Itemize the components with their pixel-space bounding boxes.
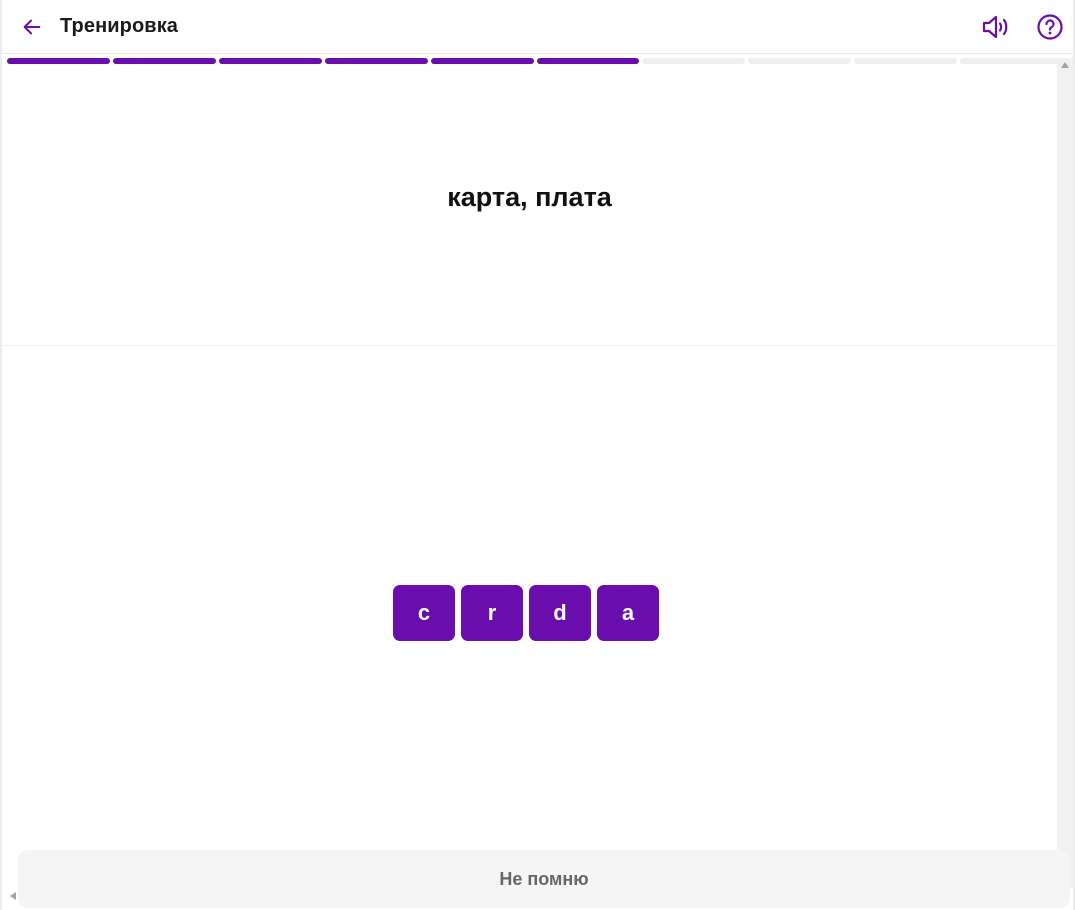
- training-screen: Тренировка карта, плата crda Не помню: [0, 0, 1075, 910]
- letter-tile[interactable]: a: [597, 585, 659, 641]
- help-button[interactable]: [1034, 11, 1066, 43]
- letter-tiles: crda: [393, 585, 659, 641]
- arrow-left-icon: [23, 19, 41, 35]
- dont-remember-button[interactable]: Не помню: [18, 850, 1070, 908]
- page-title: Тренировка: [60, 15, 179, 37]
- speaker-icon: [982, 15, 1008, 39]
- back-button[interactable]: [16, 11, 48, 43]
- question-panel: карта, плата: [2, 64, 1057, 346]
- vertical-scrollbar[interactable]: [1057, 58, 1073, 888]
- letter-tile[interactable]: c: [393, 585, 455, 641]
- sound-button[interactable]: [980, 11, 1012, 43]
- scroll-left-arrow-icon[interactable]: [10, 892, 16, 900]
- top-bar: Тренировка: [2, 0, 1073, 54]
- letter-tile[interactable]: d: [529, 585, 591, 641]
- question-circle-icon: [1037, 14, 1063, 40]
- scroll-up-arrow-icon[interactable]: [1061, 62, 1069, 68]
- question-text: карта, плата: [447, 182, 612, 212]
- letter-tile[interactable]: r: [461, 585, 523, 641]
